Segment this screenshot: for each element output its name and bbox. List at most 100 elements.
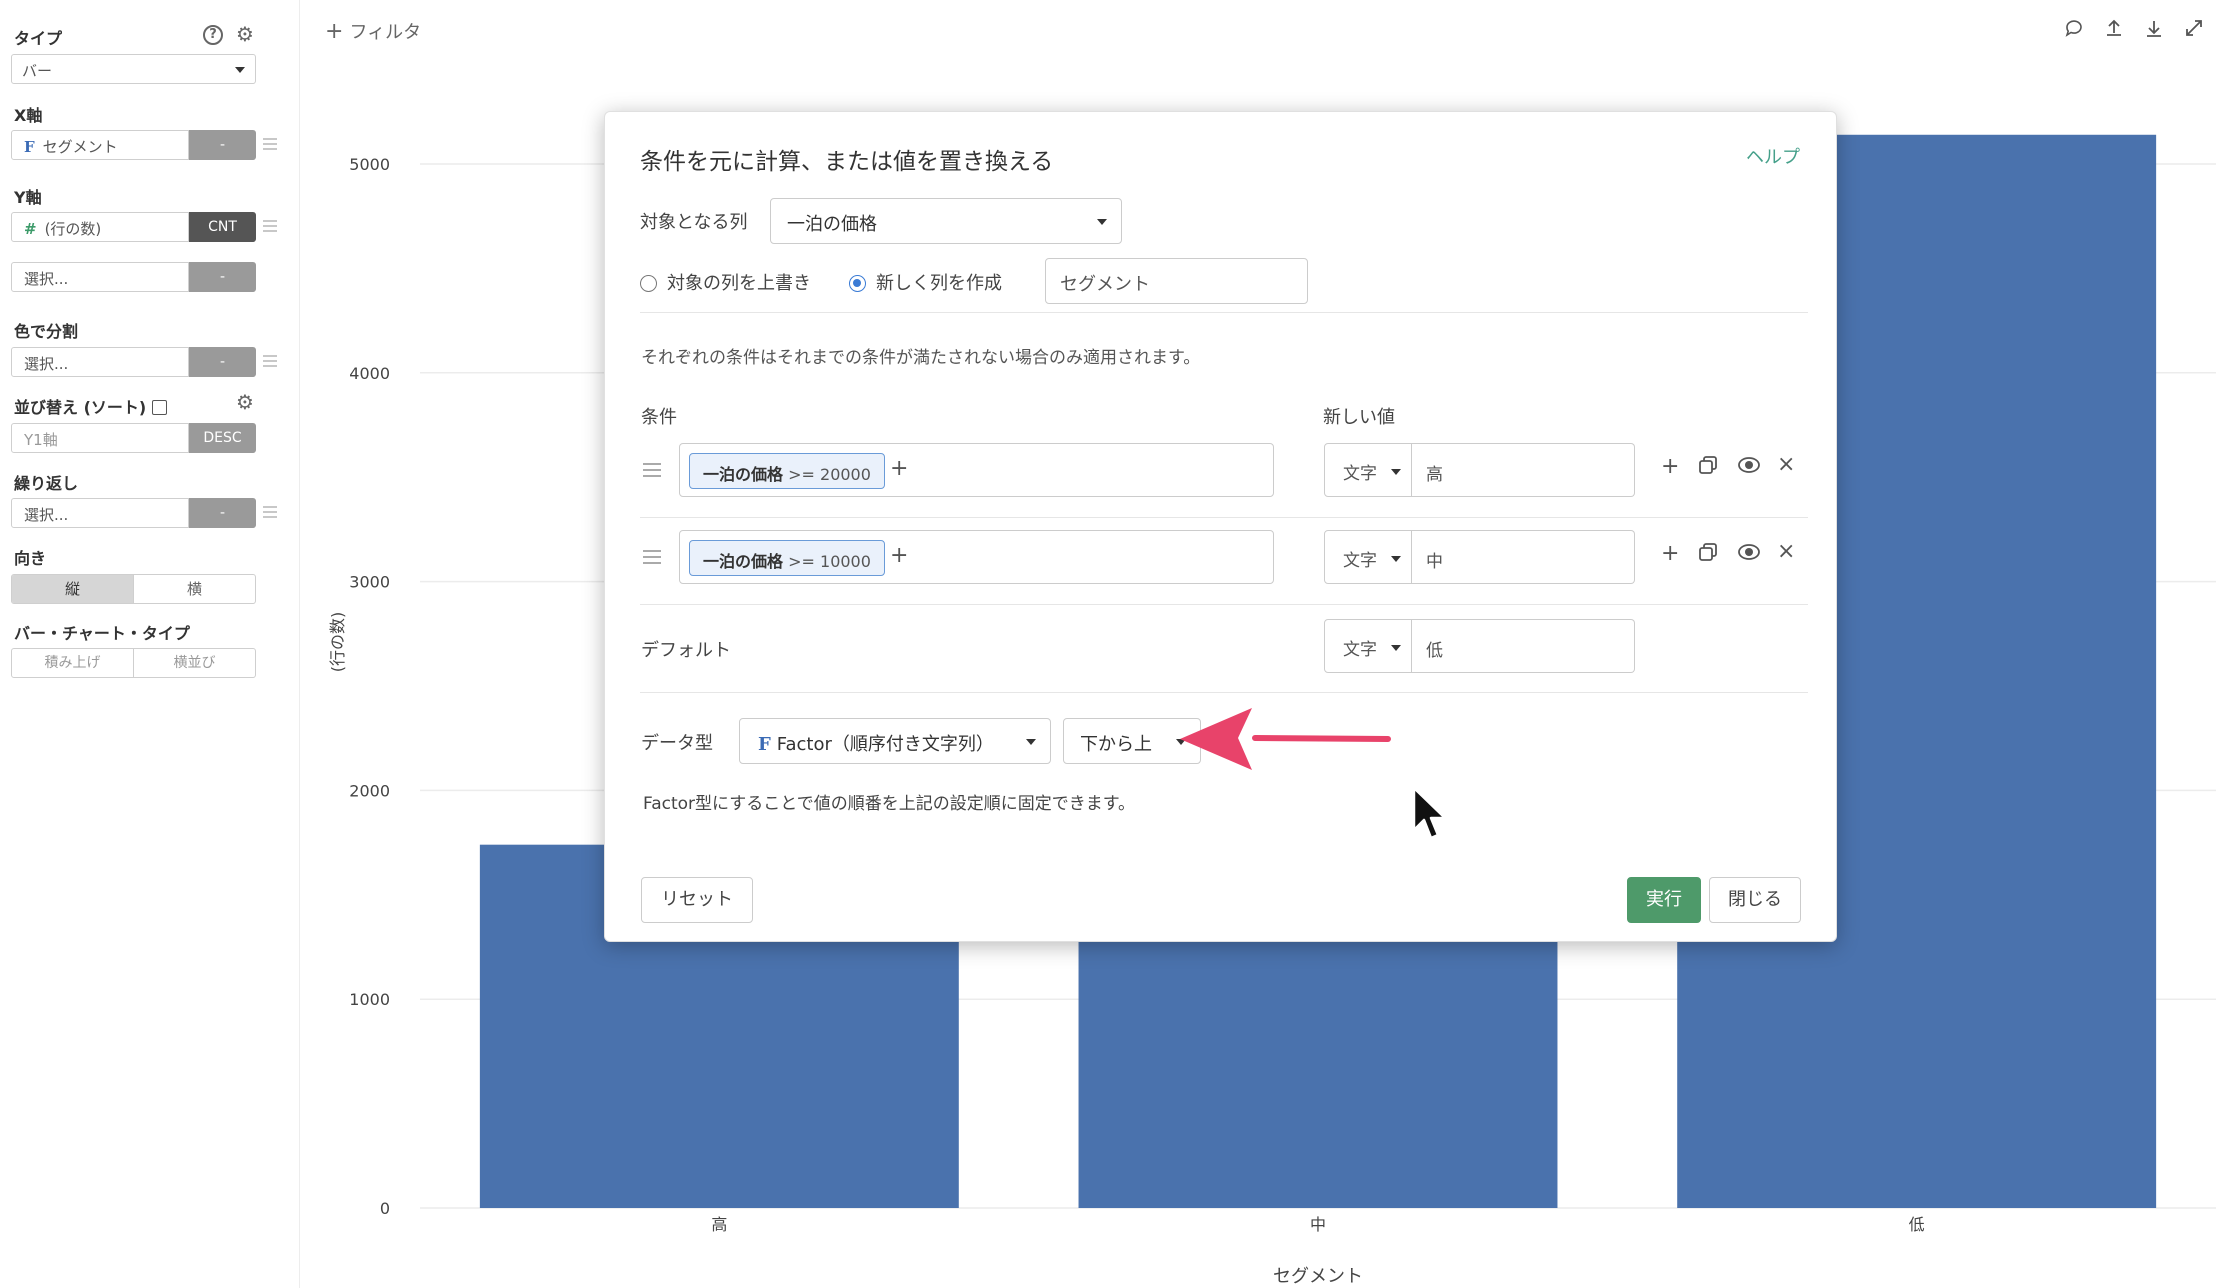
plus-icon[interactable]: + (1661, 541, 1679, 566)
y-axis-field[interactable]: # (行の数) (11, 212, 189, 242)
filter-label: フィルタ (349, 22, 422, 43)
plus-icon: + (325, 19, 344, 44)
eye-icon[interactable] (1737, 454, 1761, 482)
drag-handle-icon[interactable] (263, 220, 277, 232)
sort-label: 並び替え (ソート) (14, 394, 168, 418)
run-button[interactable]: 実行 (1627, 877, 1701, 923)
new-value-header: 新しい値 (1323, 407, 1395, 428)
condition-operator: >= (788, 552, 815, 571)
dialog-title: 条件を元に計算、または値を置き換える (640, 149, 1054, 175)
default-type-select[interactable]: 文字 (1324, 619, 1412, 673)
data-type-select[interactable]: F Factor（順序付き文字列） (739, 718, 1051, 764)
chevron-down-icon (235, 67, 245, 73)
y-tick-label: 0 (380, 1199, 390, 1218)
expand-icon[interactable] (2184, 18, 2204, 43)
eye-icon[interactable] (1737, 541, 1761, 569)
sort-field[interactable]: Y1軸 (11, 423, 189, 453)
drag-handle-icon[interactable] (263, 506, 277, 518)
y-tick-label: 1000 (349, 990, 390, 1009)
color-split-select[interactable]: 選択... (11, 347, 189, 377)
x-tick-label: 低 (1909, 1215, 1925, 1234)
upload-icon[interactable] (2104, 18, 2124, 43)
new-column-radio[interactable] (849, 275, 866, 292)
drag-handle-icon[interactable] (643, 463, 661, 477)
y-tick-label: 2000 (349, 781, 390, 800)
overwrite-radio[interactable] (640, 275, 657, 292)
target-column-value: 一泊の価格 (787, 214, 877, 235)
orientation-label: 向き (14, 549, 47, 568)
download-icon[interactable] (2144, 18, 2164, 43)
chart-settings-sidebar: タイプ ? ⚙ バー X軸 F セグメント - Y軸 # (行の数) CNT 選択.… (0, 0, 300, 1288)
comment-icon[interactable] (2064, 18, 2084, 43)
add-condition-icon[interactable]: + (890, 543, 908, 568)
drag-handle-icon[interactable] (263, 138, 277, 150)
new-column-option[interactable]: 新しく列を作成 (849, 269, 1002, 295)
overwrite-option[interactable]: 対象の列を上書き (640, 269, 811, 295)
condition-value: 10000 (820, 552, 871, 571)
help-link[interactable]: ヘルプ (1746, 143, 1800, 169)
chart-type-value: バー (22, 62, 53, 80)
factor-type-icon: F (24, 138, 35, 156)
repeat-aggregation[interactable]: - (189, 498, 256, 528)
color-split-label: 色で分割 (14, 322, 79, 341)
add-filter-button[interactable]: + フィルタ (325, 18, 421, 44)
bar-chart-type-label: バー・チャート・タイプ (14, 624, 190, 643)
target-column-select[interactable]: 一泊の価格 (770, 198, 1122, 244)
plus-icon[interactable]: + (1661, 454, 1679, 479)
order-value: 下から上 (1080, 734, 1152, 755)
condition-chip[interactable]: 一泊の価格 >= 20000 (689, 453, 885, 489)
x-axis-field-name: セグメント (42, 138, 118, 156)
new-column-name-input[interactable]: セグメント (1045, 258, 1308, 304)
condition-chip[interactable]: 一泊の価格 >= 10000 (689, 540, 885, 576)
condition-box[interactable]: 一泊の価格 >= 10000 + (679, 530, 1274, 584)
new-column-label: 新しく列を作成 (876, 273, 1002, 294)
chevron-down-icon (1391, 645, 1401, 651)
x-axis-title: セグメント (1273, 1266, 1363, 1287)
sort-label-text: 並び替え (ソート) (14, 398, 147, 417)
chevron-down-icon (1391, 556, 1401, 562)
duplicate-icon[interactable] (1697, 454, 1719, 482)
y-axis-2-aggregation[interactable]: - (189, 262, 256, 292)
bar-type-side-by-side[interactable]: 横並び (133, 649, 255, 677)
reset-button[interactable]: リセット (641, 877, 753, 923)
help-icon[interactable]: ? (203, 25, 223, 45)
x-axis-field[interactable]: F セグメント (11, 130, 189, 160)
add-condition-icon[interactable]: + (890, 456, 908, 481)
condition-operator: >= (788, 465, 815, 484)
new-value-input[interactable]: 中 (1412, 530, 1635, 584)
repeat-label: 繰り返し (14, 474, 79, 493)
y-tick-label: 5000 (349, 155, 390, 174)
orientation-toggle: 縦 横 (11, 574, 256, 604)
y-axis-aggregation[interactable]: CNT (189, 212, 256, 242)
x-axis-label: X軸 (14, 106, 43, 125)
repeat-select[interactable]: 選択... (11, 498, 189, 528)
duplicate-icon[interactable] (1697, 541, 1719, 569)
x-axis-aggregation[interactable]: - (189, 130, 256, 160)
orientation-horizontal[interactable]: 横 (134, 575, 255, 603)
close-icon[interactable]: × (1777, 452, 1795, 477)
sort-checkbox[interactable] (152, 400, 168, 415)
data-type-label: データ型 (641, 733, 713, 754)
y-tick-label: 3000 (349, 573, 390, 592)
close-icon[interactable]: × (1777, 539, 1795, 564)
color-split-aggregation[interactable]: - (189, 347, 256, 377)
y-axis-2-select[interactable]: 選択... (11, 262, 189, 292)
value-type-select[interactable]: 文字 (1324, 443, 1412, 497)
conditional-calc-dialog: 条件を元に計算、または値を置き換える ヘルプ 対象となる列 一泊の価格 対象の列… (604, 111, 1837, 942)
sort-order[interactable]: DESC (189, 423, 256, 453)
drag-handle-icon[interactable] (643, 550, 661, 564)
factor-note: Factor型にすることで値の順番を上記の設定順に固定できます。 (643, 794, 1135, 814)
chart-type-select[interactable]: バー (11, 54, 256, 84)
new-value-input[interactable]: 高 (1412, 443, 1635, 497)
gear-icon[interactable]: ⚙ (236, 24, 254, 44)
x-tick-label: 高 (711, 1215, 727, 1234)
bar-type-stacked[interactable]: 積み上げ (12, 649, 133, 677)
value-type-select[interactable]: 文字 (1324, 530, 1412, 584)
gear-icon[interactable]: ⚙ (236, 392, 254, 412)
close-button[interactable]: 閉じる (1709, 877, 1801, 923)
condition-box[interactable]: 一泊の価格 >= 20000 + (679, 443, 1274, 497)
default-value-input[interactable]: 低 (1412, 619, 1635, 673)
orientation-vertical[interactable]: 縦 (12, 575, 134, 603)
annotation-arrow (1180, 700, 1400, 784)
drag-handle-icon[interactable] (263, 355, 277, 367)
